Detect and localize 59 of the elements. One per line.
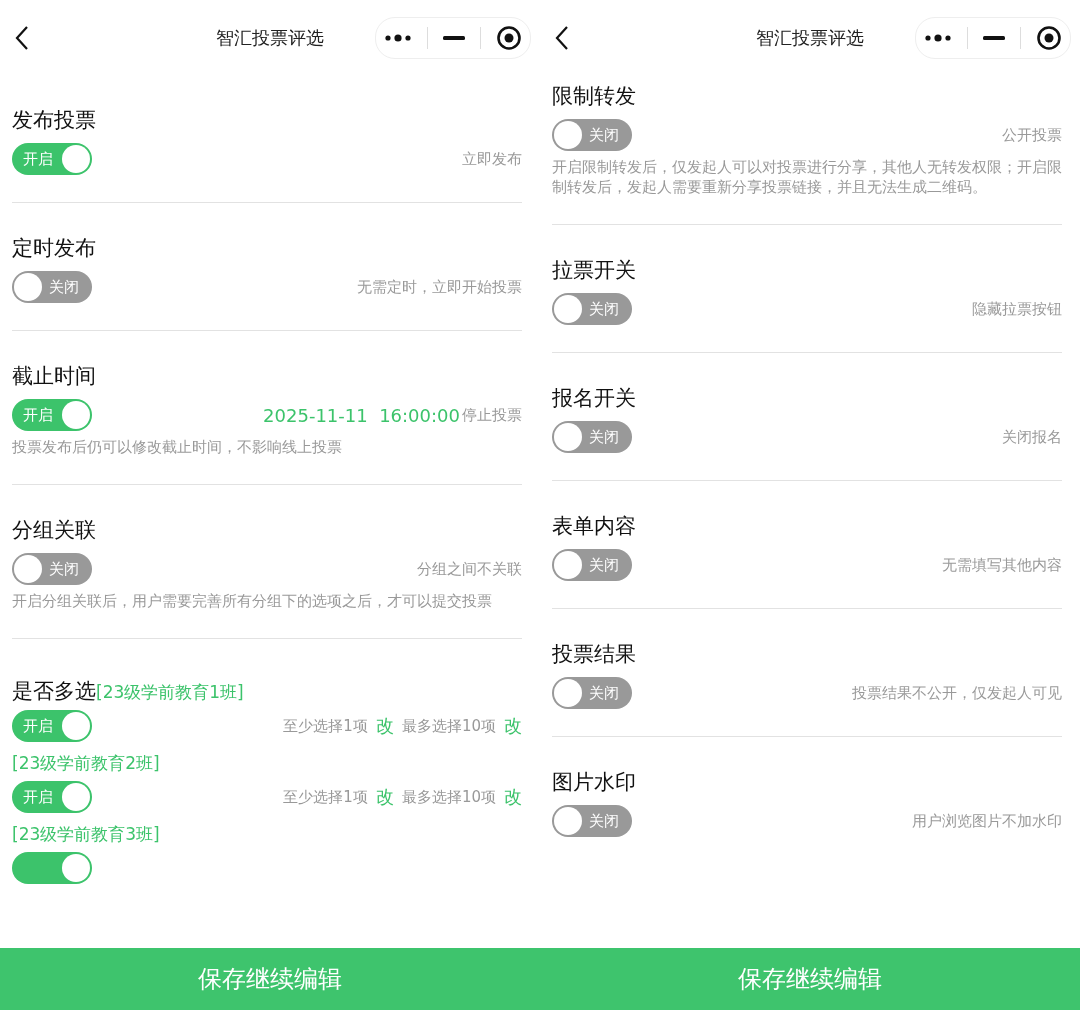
min-choice-text: 至少选择1项 [283, 787, 368, 807]
toggle-switch[interactable]: 关闭 [12, 553, 92, 585]
more-icon[interactable] [923, 32, 952, 43]
save-button[interactable]: 保存继续编辑 [0, 948, 540, 1010]
toggle-switch[interactable]: 关闭 [12, 271, 92, 303]
setting-title: 限制转发 [552, 83, 636, 109]
group-label: [23级学前教育2班] [12, 752, 160, 775]
setting-note: 分组之间不关联 [417, 559, 522, 579]
page-title: 智汇投票评选 [756, 26, 864, 48]
save-button[interactable]: 保存继续编辑 [540, 948, 1080, 1010]
edit-link[interactable]: 改 [375, 714, 394, 738]
edit-link[interactable]: 改 [504, 785, 522, 809]
group-label: [23级学前教育3班] [12, 823, 160, 846]
more-icon[interactable] [383, 32, 412, 43]
max-choice-text: 最多选择10项 [401, 716, 496, 736]
setting-hint: 开启分组关联后，用户需要完善所有分组下的选项之后，才可以提交投票 [12, 592, 493, 611]
toggle-switch[interactable] [12, 852, 92, 884]
toggle-switch[interactable]: 关闭 [552, 119, 632, 151]
setting-note: 用户浏览图片不加水印 [912, 811, 1062, 831]
setting-title: 报名开关 [552, 385, 636, 411]
toggle-switch[interactable]: 开启 [12, 143, 92, 175]
minimize-icon[interactable] [982, 35, 1005, 40]
setting-note: 投票结果不公开，仅发起人可见 [852, 683, 1062, 703]
toggle-switch[interactable]: 开启 [12, 710, 92, 742]
setting-hint: 投票发布后仍可以修改截止时间，不影响线上投票 [12, 438, 343, 457]
setting-note: 停止投票 [462, 405, 522, 425]
setting-title: 图片水印 [552, 769, 636, 795]
setting-note: 立即发布 [462, 149, 522, 169]
toggle-switch[interactable]: 开启 [12, 399, 92, 431]
max-choice-text: 最多选择10项 [401, 787, 496, 807]
toggle-switch[interactable]: 开启 [12, 781, 92, 813]
setting-title: 发布投票 [12, 107, 96, 133]
setting-title: 截止时间 [12, 363, 96, 389]
toggle-switch[interactable]: 关闭 [552, 293, 632, 325]
setting-note: 公开投票 [1002, 125, 1062, 145]
toggle-switch[interactable]: 关闭 [552, 805, 632, 837]
setting-title: 表单内容 [552, 513, 636, 539]
setting-title: 是否多选 [12, 678, 96, 704]
setting-note: 隐藏拉票按钮 [972, 299, 1062, 319]
deadline-value: 2025-11-11 16:00:00 [263, 404, 460, 426]
close-icon[interactable] [496, 24, 523, 51]
min-choice-text: 至少选择1项 [283, 716, 368, 736]
setting-title: 投票结果 [552, 641, 636, 667]
setting-note: 无需填写其他内容 [942, 555, 1062, 575]
page-title: 智汇投票评选 [216, 26, 324, 48]
setting-title: 定时发布 [12, 235, 96, 261]
setting-note: 关闭报名 [1002, 427, 1062, 447]
toggle-switch[interactable]: 关闭 [552, 421, 632, 453]
minimize-icon[interactable] [442, 35, 465, 40]
setting-title: 分组关联 [12, 517, 96, 543]
close-icon[interactable] [1036, 24, 1063, 51]
toggle-switch[interactable]: 关闭 [552, 549, 632, 581]
edit-link[interactable]: 改 [375, 785, 394, 809]
toggle-switch[interactable]: 关闭 [552, 677, 632, 709]
group-label: [23级学前教育1班] [96, 682, 244, 704]
setting-hint: 开启限制转发后，仅发起人可以对投票进行分享，其他人无转发权限；开启限制转发后，发起人需要重新分享投票链接，并且无法生成二维码。 [552, 158, 1062, 197]
setting-title: 拉票开关 [552, 257, 636, 283]
setting-note: 无需定时，立即开始投票 [357, 277, 522, 297]
edit-link[interactable]: 改 [504, 714, 522, 738]
